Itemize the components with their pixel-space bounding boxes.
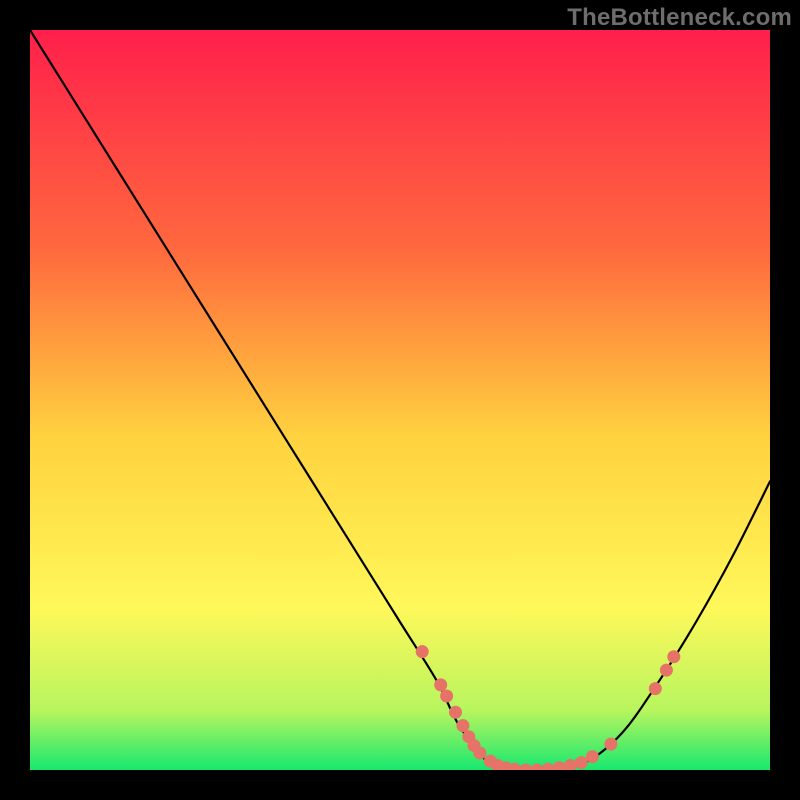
chart-svg xyxy=(30,30,770,770)
data-point xyxy=(456,719,469,732)
plot-area xyxy=(30,30,770,770)
data-point xyxy=(575,756,588,769)
data-point xyxy=(416,645,429,658)
data-point xyxy=(667,650,680,663)
watermark-text: TheBottleneck.com xyxy=(567,4,792,32)
data-point xyxy=(586,750,599,763)
data-point xyxy=(604,738,617,751)
data-point xyxy=(449,706,462,719)
data-point xyxy=(434,678,447,691)
data-point xyxy=(649,682,662,695)
chart-background xyxy=(30,30,770,770)
chart-frame: TheBottleneck.com xyxy=(0,0,800,800)
data-point xyxy=(440,690,453,703)
data-point xyxy=(473,746,486,759)
data-point xyxy=(660,664,673,677)
